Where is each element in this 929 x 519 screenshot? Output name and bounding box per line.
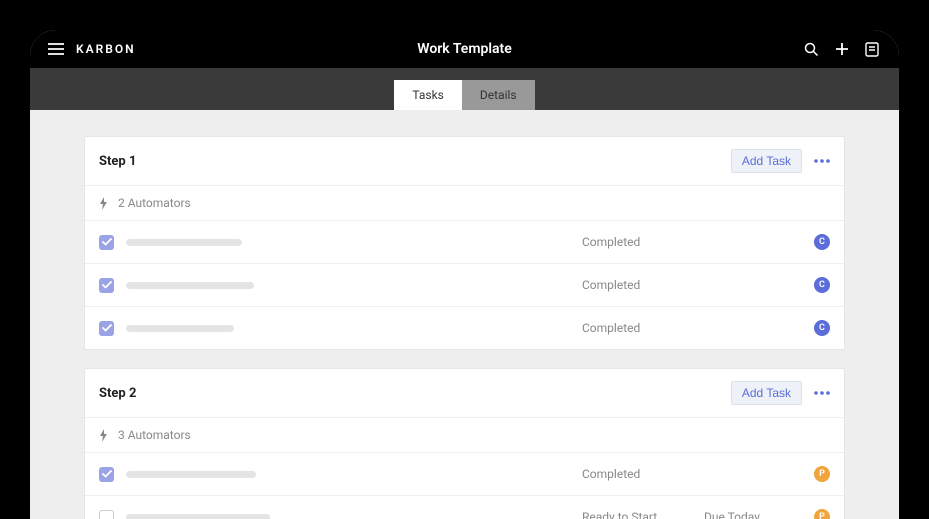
task-title-placeholder	[126, 514, 570, 519]
assignee-avatar[interactable]: P	[814, 466, 830, 482]
task-title-placeholder	[126, 282, 570, 289]
placeholder-bar	[126, 325, 234, 332]
note-icon[interactable]	[865, 42, 879, 57]
placeholder-bar	[126, 471, 256, 478]
task-status: Completed	[582, 467, 692, 481]
search-icon[interactable]	[804, 42, 819, 57]
task-title-placeholder	[126, 325, 570, 332]
automators-row: 3 Automators	[85, 418, 844, 453]
step-title: Step 2	[99, 386, 136, 401]
bolt-icon	[99, 197, 108, 210]
task-checkbox[interactable]	[99, 278, 114, 293]
task-title-placeholder	[126, 239, 570, 246]
task-checkbox[interactable]	[99, 510, 114, 519]
page-title: Work Template	[30, 41, 899, 57]
step-header: Step 1 Add Task	[85, 137, 844, 186]
bolt-icon	[99, 429, 108, 442]
tab-details[interactable]: Details	[462, 80, 535, 110]
top-actions	[804, 42, 879, 57]
placeholder-bar	[126, 514, 270, 519]
step-card: Step 2Add Task3 AutomatorsCompletedPRead…	[84, 368, 845, 519]
add-icon[interactable]	[835, 42, 849, 56]
assignee-avatar[interactable]: C	[814, 277, 830, 293]
tab-tasks[interactable]: Tasks	[394, 80, 462, 110]
step-header: Step 2 Add Task	[85, 369, 844, 418]
task-checkbox[interactable]	[99, 467, 114, 482]
assignee-avatar[interactable]: C	[814, 234, 830, 250]
task-status: Completed	[582, 278, 692, 292]
add-task-button[interactable]: Add Task	[731, 149, 802, 173]
app-frame: KARBON Work Template Tasks Details Step …	[30, 30, 899, 519]
task-status: Ready to Start	[582, 510, 692, 519]
task-status: Completed	[582, 235, 692, 249]
more-icon[interactable]	[814, 391, 830, 395]
task-row: Completed C	[85, 264, 844, 307]
task-checkbox[interactable]	[99, 235, 114, 250]
add-task-button[interactable]: Add Task	[731, 381, 802, 405]
task-row: Ready to Start Due Today P	[85, 496, 844, 519]
step-title: Step 1	[99, 154, 136, 169]
automators-count: 2 Automators	[118, 196, 191, 210]
task-row: Completed C	[85, 307, 844, 349]
task-row: Completed P	[85, 453, 844, 496]
assignee-avatar[interactable]: C	[814, 320, 830, 336]
task-title-placeholder	[126, 471, 570, 478]
task-row: Completed C	[85, 221, 844, 264]
assignee-avatar[interactable]: P	[814, 509, 830, 519]
task-checkbox[interactable]	[99, 321, 114, 336]
step-card: Step 1Add Task2 AutomatorsCompletedCComp…	[84, 136, 845, 350]
automators-row: 2 Automators	[85, 186, 844, 221]
content-area: Step 1Add Task2 AutomatorsCompletedCComp…	[30, 110, 899, 519]
topbar: KARBON Work Template	[30, 30, 899, 68]
automators-count: 3 Automators	[118, 428, 191, 442]
more-icon[interactable]	[814, 159, 830, 163]
task-due: Due Today	[704, 510, 794, 519]
brand: KARBON	[76, 42, 136, 56]
menu-icon[interactable]	[48, 43, 64, 55]
tabstrip: Tasks Details	[30, 68, 899, 110]
task-status: Completed	[582, 321, 692, 335]
placeholder-bar	[126, 282, 254, 289]
placeholder-bar	[126, 239, 242, 246]
